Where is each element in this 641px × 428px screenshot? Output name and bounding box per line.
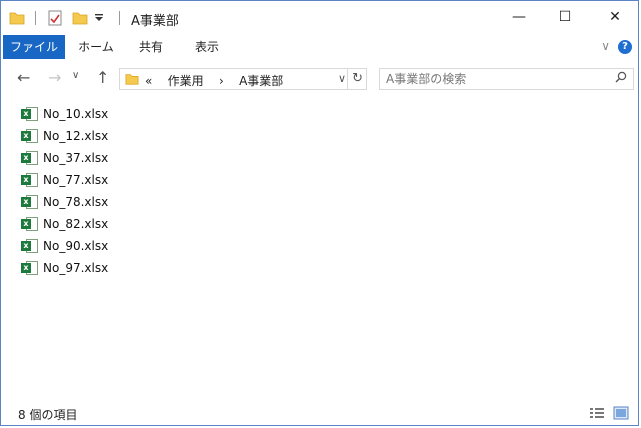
excel-file-icon: x — [21, 260, 39, 276]
refresh-icon[interactable]: ↻ — [352, 71, 363, 86]
file-item[interactable]: x No_10.xlsx — [21, 103, 108, 125]
file-item[interactable]: x No_77.xlsx — [21, 169, 108, 191]
details-view-icon[interactable] — [589, 406, 605, 420]
file-name: No_82.xlsx — [43, 217, 109, 231]
breadcrumb-separator[interactable]: › — [219, 74, 224, 88]
up-button[interactable]: ↑ — [96, 68, 109, 87]
search-box[interactable] — [379, 68, 634, 90]
address-dropdown-icon[interactable]: ∨ — [338, 72, 346, 85]
excel-file-icon: x — [21, 150, 39, 166]
breadcrumb-item-work[interactable]: 作業用 — [168, 74, 204, 88]
excel-file-icon: x — [21, 194, 39, 210]
item-count: 8 個の項目 — [18, 408, 78, 422]
forward-button[interactable]: → — [48, 68, 61, 87]
file-list: x No_10.xlsx x No_12.xlsx x No_37.xlsx x No_77.… — [21, 103, 108, 279]
properties-icon[interactable] — [47, 10, 63, 29]
file-name: No_37.xlsx — [43, 151, 109, 165]
address-bar[interactable]: « 作業用 › A事業部 ∨ ↻ — [119, 68, 367, 90]
quick-access-dropdown-icon[interactable] — [94, 12, 104, 26]
window-title: A事業部 — [131, 14, 179, 29]
excel-file-icon: x — [21, 128, 39, 144]
ribbon-expand-icon[interactable]: ∨ — [601, 39, 610, 53]
file-item[interactable]: x No_90.xlsx — [21, 235, 108, 257]
file-name: No_77.xlsx — [43, 173, 109, 187]
help-icon[interactable]: ? — [618, 40, 632, 54]
recent-locations-dropdown[interactable]: ∨ — [72, 70, 79, 81]
file-name: No_90.xlsx — [43, 239, 109, 253]
explorer-window: A事業部 — ☐ ✕ ファイル ホーム 共有 表示 ∨ ? ← → ∨ ↑ « … — [0, 0, 639, 426]
search-icon — [615, 71, 627, 87]
file-name: No_12.xlsx — [43, 129, 109, 143]
folder-icon — [125, 72, 139, 89]
address-separator — [347, 69, 348, 89]
folder-icon — [9, 10, 25, 29]
file-item[interactable]: x No_97.xlsx — [21, 257, 108, 279]
new-folder-icon[interactable] — [72, 10, 88, 29]
status-bar: 8 個の項目 — [1, 403, 638, 425]
navigation-bar: ← → ∨ ↑ « 作業用 › A事業部 ∨ ↻ — [1, 63, 638, 93]
tab-share[interactable]: 共有 — [129, 35, 173, 59]
ribbon-tabs: ファイル ホーム 共有 表示 ∨ ? — [1, 35, 638, 59]
tab-view[interactable]: 表示 — [185, 35, 229, 59]
excel-file-icon: x — [21, 172, 39, 188]
minimize-button[interactable]: — — [496, 1, 542, 33]
back-button[interactable]: ← — [17, 68, 30, 87]
breadcrumb-item-division[interactable]: A事業部 — [239, 74, 283, 88]
large-icons-view-icon[interactable] — [613, 406, 629, 420]
tab-home[interactable]: ホーム — [71, 35, 121, 59]
file-item[interactable]: x No_82.xlsx — [21, 213, 108, 235]
file-item[interactable]: x No_12.xlsx — [21, 125, 108, 147]
close-button[interactable]: ✕ — [592, 1, 638, 33]
title-bar: A事業部 — ☐ ✕ — [1, 1, 638, 35]
search-input[interactable] — [386, 71, 606, 87]
title-separator — [119, 11, 120, 25]
file-name: No_78.xlsx — [43, 195, 109, 209]
excel-file-icon: x — [21, 216, 39, 232]
maximize-button[interactable]: ☐ — [542, 1, 588, 33]
breadcrumb-overflow[interactable]: « — [145, 74, 152, 88]
excel-file-icon: x — [21, 106, 39, 122]
file-item[interactable]: x No_78.xlsx — [21, 191, 108, 213]
file-name: No_97.xlsx — [43, 261, 109, 275]
tab-file[interactable]: ファイル — [3, 35, 65, 59]
breadcrumb: « 作業用 › A事業部 — [145, 72, 283, 89]
file-item[interactable]: x No_37.xlsx — [21, 147, 108, 169]
file-name: No_10.xlsx — [43, 107, 109, 121]
title-separator — [35, 11, 36, 25]
excel-file-icon: x — [21, 238, 39, 254]
